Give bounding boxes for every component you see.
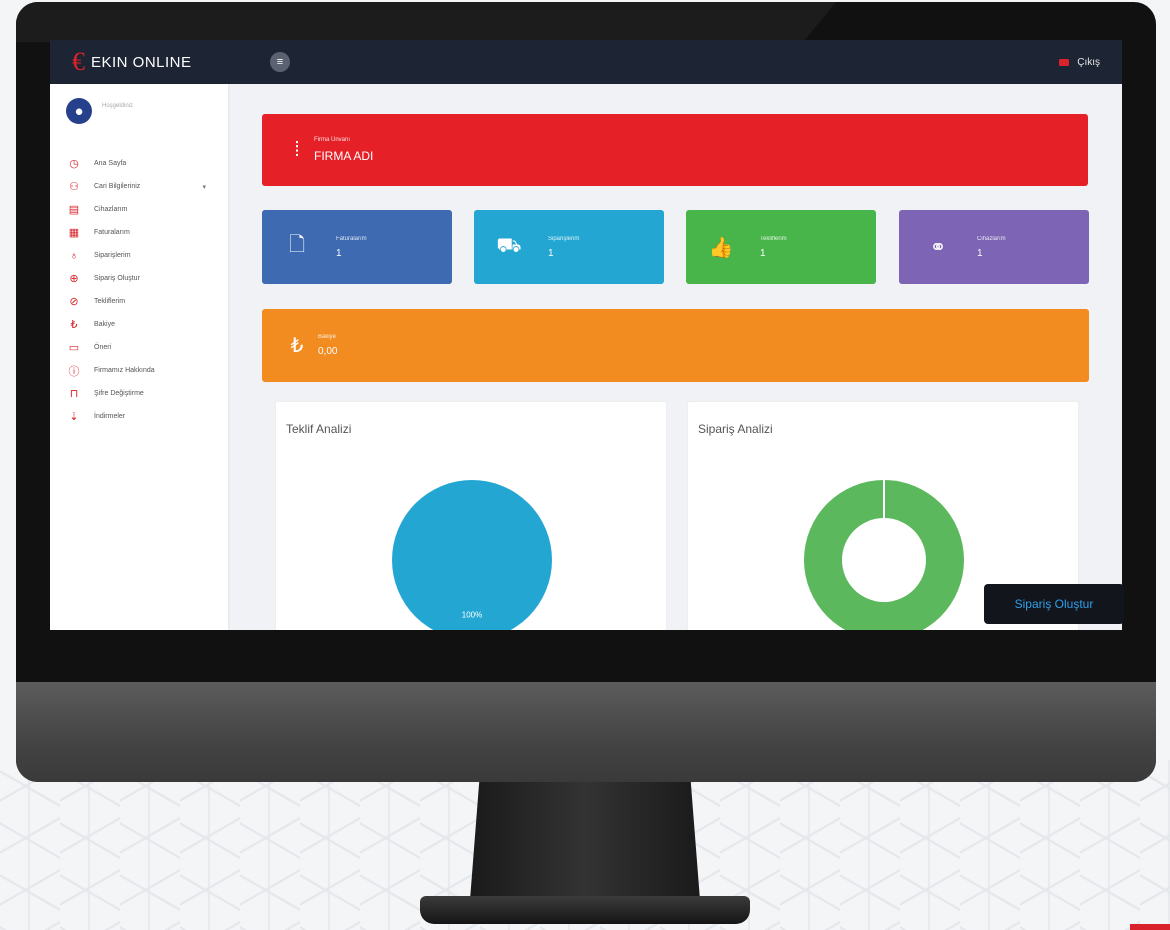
monitor-glare <box>16 2 836 42</box>
monitor-chin <box>16 682 1156 782</box>
sidebar-item-account[interactable]: ⚇ Cari Bilgileriniz ▾ <box>50 175 228 198</box>
sidebar-item-label: Siparişlerim <box>94 252 131 259</box>
check-circle-icon: ⊘ <box>69 296 79 308</box>
sidebar-item-label: Sipariş Oluştur <box>94 275 140 282</box>
sidebar-item-change-password[interactable]: ⊓ Şifre Değiştirme <box>50 382 228 405</box>
firm-card[interactable]: ⁞ Firma Ünvanı FIRMA ADI <box>262 114 1088 186</box>
plus-circle-icon: ⊕ <box>69 273 79 285</box>
offers-label: Tekliflerim <box>760 235 787 242</box>
clock-icon: ◷ <box>69 158 79 170</box>
sidebar-item-orders[interactable]: ♁ Siparişlerim <box>50 244 228 267</box>
red-accent-bar <box>1130 924 1170 930</box>
thumbs-up-icon: ♁ <box>69 249 79 262</box>
users-icon: ⚇ <box>69 181 79 193</box>
document-icon: 🗋 <box>288 234 306 256</box>
lira-icon: ₺ <box>70 319 78 331</box>
sidebar-item-label: Firmamız Hakkında <box>94 367 155 374</box>
sidebar-item-create-order[interactable]: ⊕ Sipariş Oluştur <box>50 267 228 290</box>
orders-card[interactable]: ⛟ Siparişlerim 1 <box>474 210 664 284</box>
offer-analysis-chart: 100% <box>392 480 552 630</box>
create-order-button[interactable]: Sipariş Oluştur <box>984 584 1124 624</box>
devices-card[interactable]: ⚭ Cihazlarım 1 <box>899 210 1089 284</box>
sidebar-item-balance[interactable]: ₺ Bakiye <box>50 313 228 336</box>
monitor-stand <box>470 782 700 900</box>
sidebar-nav: ◷ Ana Sayfa ⚇ Cari Bilgileriniz ▾ ▤ Cihazlar… <box>50 152 228 428</box>
lock-icon: ⊓ <box>69 388 79 400</box>
devices-count: 1 <box>977 247 983 259</box>
user-name: Hoşgeldiniz <box>102 103 134 109</box>
logout-link[interactable]: Çıkış <box>1059 57 1100 68</box>
app-screen: € EKIN ONLINE ≡ Çıkış ● Hoşgeldiniz ◷ Ana… <box>50 40 1122 630</box>
user-profile[interactable]: ● Hoşgeldiniz <box>50 84 228 126</box>
sidebar-item-home[interactable]: ◷ Ana Sayfa <box>50 152 228 175</box>
ticket-icon: ▭ <box>68 342 80 354</box>
sidebar-item-label: Cari Bilgileriniz <box>94 183 141 190</box>
sidebar-item-label: Tekliflerim <box>94 298 126 305</box>
sidebar-item-suggestion[interactable]: ▭ Öneri <box>50 336 228 359</box>
sidebar-item-offers[interactable]: ⊘ Tekliflerim <box>50 290 228 313</box>
lira-icon: ₺ <box>290 335 304 357</box>
logout-label: Çıkış <box>1077 56 1100 68</box>
flag-icon <box>1059 58 1070 66</box>
invoices-label: Faturalarım <box>336 235 367 242</box>
sidebar-item-downloads[interactable]: ⇣ İndirmeler <box>50 405 228 428</box>
truck-icon: ⛟ <box>496 234 522 257</box>
offers-card[interactable]: 👍 Tekliflerim 1 <box>686 210 876 284</box>
chart1-donut-hole <box>842 518 926 602</box>
invoice-icon: ▤ <box>68 204 80 216</box>
firm-label: Firma Ünvanı <box>314 137 351 143</box>
chart0-slice-label-0: 100% <box>462 611 482 620</box>
balance-value: 0,00 <box>318 346 338 357</box>
sidebar-item-label: İndirmeler <box>94 413 126 420</box>
orders-count: 1 <box>548 247 554 259</box>
sidebar-item-devices[interactable]: ▤ Cihazlarım <box>50 198 228 221</box>
download-icon: ⇣ <box>69 411 79 423</box>
sidebar-item-label: Öneri <box>94 344 112 351</box>
sidebar-item-about[interactable]: ⓘ Firmamız Hakkında <box>50 359 228 382</box>
sidebar-item-invoices[interactable]: ▦ Faturalarım <box>50 221 228 244</box>
link-icon: ⚭ <box>929 236 947 259</box>
brand-logo-icon: € <box>72 47 85 76</box>
sidebar: ● Hoşgeldiniz ◷ Ana Sayfa ⚇ Cari Bilgileri… <box>50 84 228 630</box>
chart0-slice-0[interactable] <box>392 480 552 630</box>
thumbs-up-icon: 👍 <box>708 236 734 259</box>
main-content: ⁞ Firma Ünvanı FIRMA ADI 🗋 Faturalarım 1… <box>228 84 1122 630</box>
chevron-down-icon: ▾ <box>202 183 206 191</box>
hamburger-icon[interactable]: ≡ <box>270 52 290 72</box>
devices-label: Cihazlarım <box>977 235 1006 242</box>
info-icon: ⓘ <box>68 365 80 378</box>
offers-count: 1 <box>760 247 766 259</box>
sidebar-item-label: Cihazlarım <box>94 206 128 213</box>
invoices-card[interactable]: 🗋 Faturalarım 1 <box>262 210 452 284</box>
brand[interactable]: € EKIN ONLINE <box>72 47 252 77</box>
offer-analysis-panel: Teklif Analizi 100% <box>276 402 666 630</box>
invoices-count: 1 <box>336 247 342 259</box>
monitor-base <box>420 896 750 924</box>
building-icon: ⁞ <box>294 138 300 161</box>
sidebar-item-label: Faturalarım <box>94 229 130 236</box>
firm-name: FIRMA ADI <box>314 149 374 163</box>
sidebar-item-label: Bakiye <box>94 321 116 328</box>
brand-name: EKIN ONLINE <box>91 53 192 71</box>
top-navbar: € EKIN ONLINE ≡ Çıkış <box>50 40 1122 84</box>
balance-card[interactable]: ₺ Bakiye 0,00 <box>262 309 1089 382</box>
orders-label: Siparişlerim <box>548 235 580 242</box>
calendar-icon: ▦ <box>68 227 80 239</box>
sidebar-item-label: Ana Sayfa <box>94 160 127 167</box>
sidebar-item-label: Şifre Değiştirme <box>94 390 144 397</box>
avatar-icon: ● <box>66 98 92 124</box>
balance-label: Bakiye <box>318 334 337 340</box>
